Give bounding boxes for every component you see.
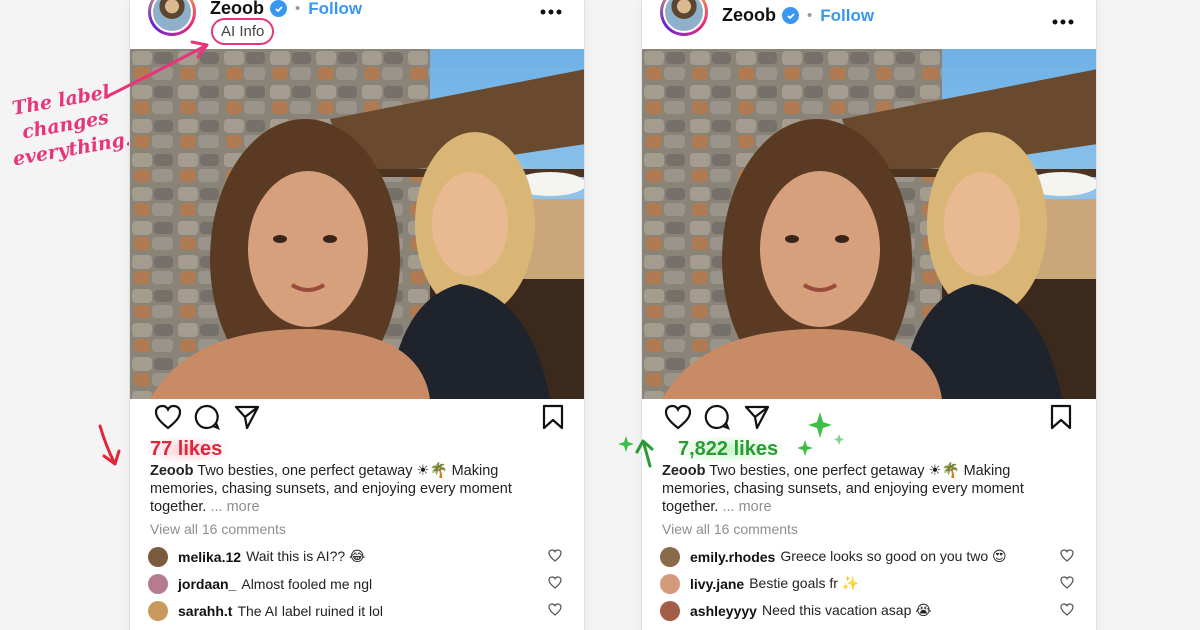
more-dots-icon[interactable]: [1052, 12, 1074, 30]
avatar[interactable]: [148, 0, 196, 36]
caption-text: Two besties, one perfect getaway ☀🌴 Maki…: [150, 463, 512, 515]
comment-row: sarahh.t The AI label ruined it lol: [148, 597, 568, 624]
comment-row: emily.rhodes Greece looks so good on you…: [660, 543, 1080, 570]
comment-text: Almost fooled me ngl: [241, 575, 373, 592]
comment-bubble-icon[interactable]: [194, 404, 220, 435]
post-without-ai-label: Zeoob • Follow 7,822 likes Zeoob Two bes…: [641, 0, 1097, 630]
post-caption: Zeoob Two besties, one perfect getaway ☀…: [662, 462, 1042, 516]
comment-username[interactable]: jordaan_: [178, 576, 236, 592]
post-photo[interactable]: [130, 49, 584, 399]
red-down-arrow: [98, 424, 116, 464]
separator-dot: •: [295, 0, 301, 17]
comment-username[interactable]: livy.jane: [690, 576, 744, 592]
comment-avatar[interactable]: [148, 600, 168, 621]
comment-avatar[interactable]: [660, 573, 680, 594]
comment-text: The AI label ruined it lol: [237, 602, 383, 619]
caption-more-link[interactable]: ... more: [210, 499, 259, 515]
comment-heart-icon[interactable]: [548, 603, 562, 619]
follow-button[interactable]: Follow: [820, 6, 874, 26]
comment-avatar[interactable]: [660, 546, 680, 567]
bookmark-icon[interactable]: [1050, 404, 1072, 435]
sparkle-icon: [618, 436, 634, 452]
comment-bubble-icon[interactable]: [704, 404, 730, 435]
comment-heart-icon[interactable]: [548, 576, 562, 592]
caption-username[interactable]: Zeoob: [150, 463, 194, 479]
comment-username[interactable]: sarahh.t: [178, 603, 232, 619]
comment-username[interactable]: melika.12: [178, 549, 241, 565]
likes-count[interactable]: 7,822 likes: [672, 436, 785, 463]
post-header: Zeoob • Follow: [642, 0, 1096, 48]
comment-username[interactable]: emily.rhodes: [690, 549, 775, 565]
comment-row: jordaan_ Almost fooled me ngl: [148, 570, 568, 597]
comment-text: Wait this is AI?? 😂: [246, 548, 366, 564]
comment-heart-icon[interactable]: [1060, 549, 1074, 565]
comment-text: Greece looks so good on you two 😍: [780, 548, 1007, 564]
red-arrowhead: [102, 449, 121, 466]
view-all-comments-link[interactable]: View all 16 comments: [150, 521, 286, 537]
caption-username[interactable]: Zeoob: [662, 463, 706, 479]
comment-username[interactable]: ashleyyyy: [690, 603, 757, 619]
bookmark-icon[interactable]: [542, 404, 564, 435]
comment-row: melika.12 Wait this is AI?? 😂: [148, 543, 568, 570]
caption-text: Two besties, one perfect getaway ☀🌴 Maki…: [662, 463, 1024, 515]
comment-avatar[interactable]: [660, 600, 680, 621]
comment-list: melika.12 Wait this is AI?? 😂 jordaan_ A…: [148, 543, 568, 624]
post-actions: [130, 402, 584, 436]
verified-badge-icon: [270, 0, 287, 17]
more-dots-icon[interactable]: [540, 2, 562, 20]
comment-heart-icon[interactable]: [1060, 576, 1074, 592]
comment-heart-icon[interactable]: [1060, 603, 1074, 619]
likes-count[interactable]: 77 likes: [144, 436, 229, 463]
verified-badge-icon: [782, 7, 799, 24]
comment-avatar[interactable]: [148, 546, 168, 567]
view-all-comments-link[interactable]: View all 16 comments: [662, 521, 798, 537]
separator-dot: •: [807, 7, 813, 24]
comment-list: emily.rhodes Greece looks so good on you…: [660, 543, 1080, 624]
post-photo[interactable]: [642, 49, 1096, 399]
post-actions: [642, 402, 1096, 436]
post-header: Zeoob • Follow AI Info: [130, 0, 584, 48]
paper-plane-icon[interactable]: [744, 404, 770, 435]
comment-avatar[interactable]: [148, 573, 168, 594]
heart-icon[interactable]: [664, 404, 692, 435]
avatar[interactable]: [660, 0, 708, 36]
comment-heart-icon[interactable]: [548, 549, 562, 565]
comment-row: ashleyyyy Need this vacation asap 😭: [660, 597, 1080, 624]
comment-row: livy.jane Bestie goals fr ✨: [660, 570, 1080, 597]
paper-plane-icon[interactable]: [234, 404, 260, 435]
username[interactable]: Zeoob: [722, 5, 776, 26]
follow-button[interactable]: Follow: [308, 0, 362, 19]
heart-icon[interactable]: [154, 404, 182, 435]
comment-text: Bestie goals fr ✨: [749, 575, 860, 591]
ai-info-label[interactable]: AI Info: [211, 18, 275, 45]
username[interactable]: Zeoob: [210, 0, 264, 19]
post-with-ai-label: Zeoob • Follow AI Info 77 likes Zeoob Tw…: [129, 0, 585, 630]
caption-more-link[interactable]: ... more: [722, 499, 771, 515]
comment-text: Need this vacation asap 😭: [761, 602, 932, 618]
post-caption: Zeoob Two besties, one perfect getaway ☀…: [150, 462, 530, 516]
annotation-text: The label changes everything.: [10, 80, 134, 171]
